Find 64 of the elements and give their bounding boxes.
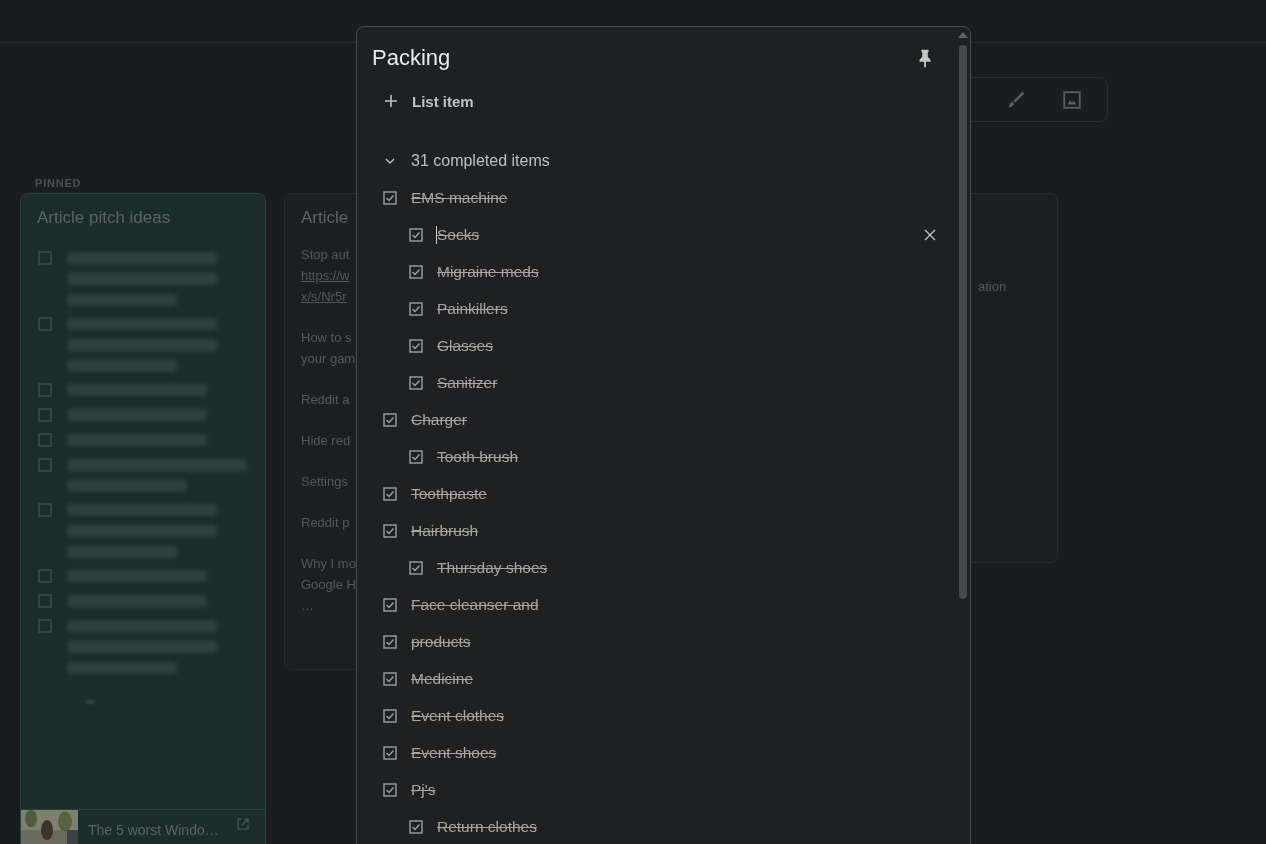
note-text: Settings xyxy=(301,473,348,491)
image-icon[interactable] xyxy=(1061,88,1083,111)
plus-icon xyxy=(384,94,398,108)
list-item-text[interactable]: Face cleanser and xyxy=(410,595,539,614)
checkbox-icon[interactable] xyxy=(409,301,423,316)
link-title: The 5 worst Windo… xyxy=(88,822,219,838)
list-item-text[interactable]: Socks xyxy=(436,225,480,244)
note-text: Google H xyxy=(301,576,356,594)
list-item-text[interactable]: Toothpaste xyxy=(410,484,487,503)
note-text: Hide red xyxy=(301,432,351,450)
checkbox-icon[interactable] xyxy=(38,433,52,447)
checkbox-icon[interactable] xyxy=(38,619,52,633)
list-item-text[interactable]: Pj's xyxy=(410,780,436,799)
checkbox-icon[interactable] xyxy=(383,671,397,686)
list-item-text[interactable]: Hairbrush xyxy=(410,521,479,540)
checkbox-icon[interactable] xyxy=(38,594,52,608)
list-item-text[interactable]: Migraine meds xyxy=(436,262,539,281)
checkbox-icon[interactable] xyxy=(383,523,397,538)
checkbox-icon[interactable] xyxy=(383,782,397,797)
note-text: your gam xyxy=(301,350,356,368)
checkbox-icon[interactable] xyxy=(383,412,397,427)
list-item-text[interactable]: Medicine xyxy=(410,669,474,688)
note-text: Stop aut xyxy=(301,246,350,264)
checkbox-icon[interactable] xyxy=(409,449,423,464)
checkbox-icon[interactable] xyxy=(383,597,397,612)
list-item-text[interactable]: Thursday shoes xyxy=(436,558,548,577)
checkbox-icon[interactable] xyxy=(383,634,397,649)
note-text: ation xyxy=(978,278,1007,296)
checkbox-icon[interactable] xyxy=(409,227,423,242)
checkbox-icon[interactable] xyxy=(409,375,423,390)
list-item-text[interactable]: Event shoes xyxy=(410,743,497,762)
checkbox-icon[interactable] xyxy=(383,708,397,723)
checkbox-icon[interactable] xyxy=(409,560,423,575)
close-icon[interactable] xyxy=(924,228,936,241)
checkbox-icon[interactable] xyxy=(409,819,423,834)
checkbox-icon[interactable] xyxy=(38,569,52,583)
arrow-up-icon[interactable] xyxy=(958,32,968,38)
checkbox-icon[interactable] xyxy=(383,190,397,205)
list-item-text[interactable]: Event clothes xyxy=(410,706,505,725)
checkbox-icon[interactable] xyxy=(383,486,397,501)
note-title: Article xyxy=(301,208,350,228)
checkbox-icon[interactable] xyxy=(38,458,52,472)
checkbox-icon[interactable] xyxy=(38,408,52,422)
completed-items-toggle[interactable]: 31 completed items xyxy=(384,148,574,174)
list-item-text[interactable]: EMS machine xyxy=(410,188,508,207)
note-text: Reddit a xyxy=(301,391,350,409)
checkbox-icon[interactable] xyxy=(383,745,397,760)
list-item-text[interactable]: Glasses xyxy=(436,336,493,355)
checkbox-icon[interactable] xyxy=(38,251,52,265)
list-item-text[interactable]: products xyxy=(410,632,471,651)
checkbox-icon[interactable] xyxy=(38,503,52,517)
list-item-text[interactable]: Return clothes xyxy=(436,817,537,836)
checkbox-icon[interactable] xyxy=(38,383,52,397)
list-item-text[interactable]: Sanitizer xyxy=(436,373,498,392)
list-item-text[interactable]: Charger xyxy=(410,410,467,429)
add-list-item-button[interactable]: List item xyxy=(384,88,484,114)
note-text: … xyxy=(301,597,314,615)
checkbox-icon[interactable] xyxy=(409,338,423,353)
note-title: Article pitch ideas xyxy=(36,208,172,228)
checkbox-icon[interactable] xyxy=(38,317,52,331)
note-title[interactable]: Packing xyxy=(372,45,451,71)
checkbox-icon[interactable] xyxy=(409,264,423,279)
list-item-text[interactable]: Painkillers xyxy=(436,299,508,318)
list-item-text[interactable]: Tooth brush xyxy=(436,447,518,466)
